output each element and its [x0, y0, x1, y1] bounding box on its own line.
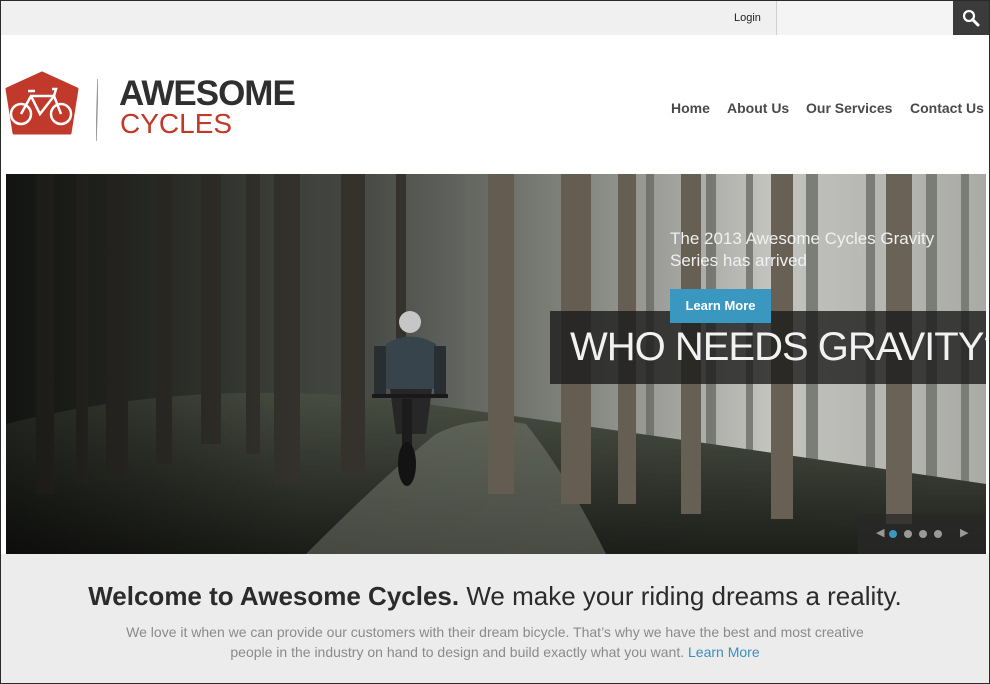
slide-dot[interactable] [919, 530, 927, 538]
welcome-heading: Welcome to Awesome Cycles. We make your … [1, 581, 989, 612]
slide-dot[interactable] [904, 530, 912, 538]
welcome-body: We love it when we can provide our custo… [1, 622, 989, 662]
nav-home[interactable]: Home [671, 100, 710, 116]
nav-about-us[interactable]: About Us [727, 100, 789, 116]
welcome-section: Welcome to Awesome Cycles. We make your … [1, 554, 989, 683]
search-icon [962, 9, 980, 27]
brand-subtitle[interactable]: CYCLES [120, 109, 232, 139]
welcome-heading-rest: We make your riding dreams a reality. [459, 581, 902, 611]
slide-dot[interactable] [934, 530, 942, 538]
welcome-heading-bold: Welcome to Awesome Cycles. [88, 581, 460, 611]
site-header: AWESOME CYCLES Home About Us Our Service… [1, 35, 989, 173]
chevron-left-icon[interactable]: ◀ [876, 526, 884, 539]
chevron-right-icon[interactable]: ▶ [960, 526, 968, 539]
top-bar: Login [1, 1, 989, 35]
slide-dot-active[interactable] [889, 530, 897, 538]
hero-learn-more-button[interactable]: Learn More [670, 289, 771, 323]
nav-our-services[interactable]: Our Services [806, 100, 892, 116]
welcome-learn-more-link[interactable]: Learn More [688, 644, 760, 660]
search-button[interactable] [953, 1, 989, 35]
slider-controls: ◀ ▶ [858, 514, 986, 554]
hero-subtitle: The 2013 Awesome Cycles Gravity Series h… [670, 229, 935, 270]
bicycle-logo-icon[interactable] [4, 71, 80, 137]
page: Login AWESOME CYCLES Home About Us Our S… [0, 0, 990, 684]
logo-divider [96, 79, 98, 141]
hero-title: WHO NEEDS GRAVITY? [570, 325, 986, 369]
login-link[interactable]: Login [734, 12, 761, 24]
search-input[interactable] [776, 1, 954, 35]
nav-contact-us[interactable]: Contact Us [910, 100, 984, 116]
